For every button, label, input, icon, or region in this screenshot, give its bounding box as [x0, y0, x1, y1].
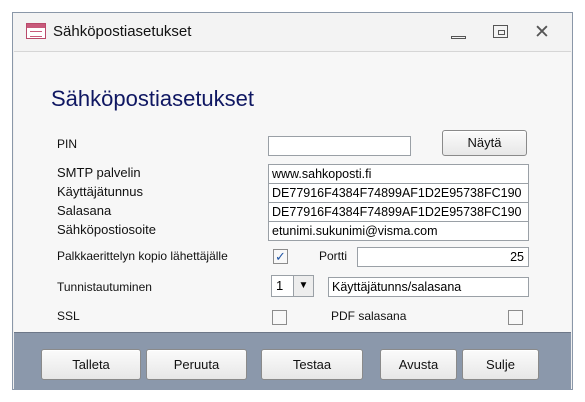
close-icon[interactable]: ✕: [532, 23, 552, 42]
help-button[interactable]: Avusta: [380, 349, 457, 380]
ssl-label: SSL: [57, 309, 80, 323]
ssl-checkbox[interactable]: [272, 310, 287, 325]
cancel-button[interactable]: Peruuta: [146, 349, 247, 380]
form-heading: Sähköpostiasetukset: [51, 86, 255, 111]
pdf-password-label: PDF salasana: [331, 309, 407, 323]
show-button[interactable]: Näytä: [442, 130, 527, 156]
title-bar[interactable]: Sähköpostiasetukset ✕: [13, 13, 572, 51]
copy-checkbox[interactable]: ✓: [273, 249, 288, 264]
port-input[interactable]: 25: [357, 247, 529, 267]
form-icon: [26, 23, 46, 39]
save-button[interactable]: Talleta: [41, 349, 141, 380]
password-input[interactable]: DE77916F4384F74899AF1D2E95738FC190: [268, 202, 529, 222]
auth-label: Tunnistautuminen: [57, 280, 152, 294]
port-label: Portti: [319, 249, 348, 263]
pdf-password-checkbox[interactable]: [508, 310, 523, 325]
auth-select[interactable]: 1: [271, 275, 293, 297]
auth-method-field[interactable]: Käyttäjätunns/salasana: [328, 277, 529, 297]
pin-label: PIN: [57, 137, 78, 151]
maximize-icon[interactable]: [491, 23, 511, 41]
dropdown-icon[interactable]: ▼: [293, 275, 314, 297]
settings-window: Sähköpostiasetukset ✕ Sähköpostiasetukse…: [12, 12, 573, 390]
minimize-icon[interactable]: [449, 23, 469, 41]
username-label: Käyttäjätunnus: [57, 184, 144, 199]
username-input[interactable]: DE77916F4384F74899AF1D2E95738FC190: [268, 183, 529, 203]
smtp-label: SMTP palvelin: [57, 165, 141, 180]
email-label: Sähköpostiosoite: [57, 222, 157, 237]
close-button[interactable]: Sulje: [462, 349, 539, 380]
smtp-input[interactable]: www.sahkoposti.fi: [268, 164, 529, 184]
copy-label: Palkkaerittelyn kopio lähettäjälle: [57, 249, 228, 263]
window-title: Sähköpostiasetukset: [53, 23, 192, 40]
pin-input[interactable]: [268, 136, 411, 156]
email-input[interactable]: etunimi.sukunimi@visma.com: [268, 221, 529, 241]
password-label: Salasana: [57, 203, 112, 218]
settings-form: Sähköpostiasetukset PIN Näytä SMTP palve…: [14, 51, 571, 333]
test-button[interactable]: Testaa: [261, 349, 363, 380]
button-bar: Talleta Peruuta Testaa Avusta Sulje: [14, 332, 571, 390]
